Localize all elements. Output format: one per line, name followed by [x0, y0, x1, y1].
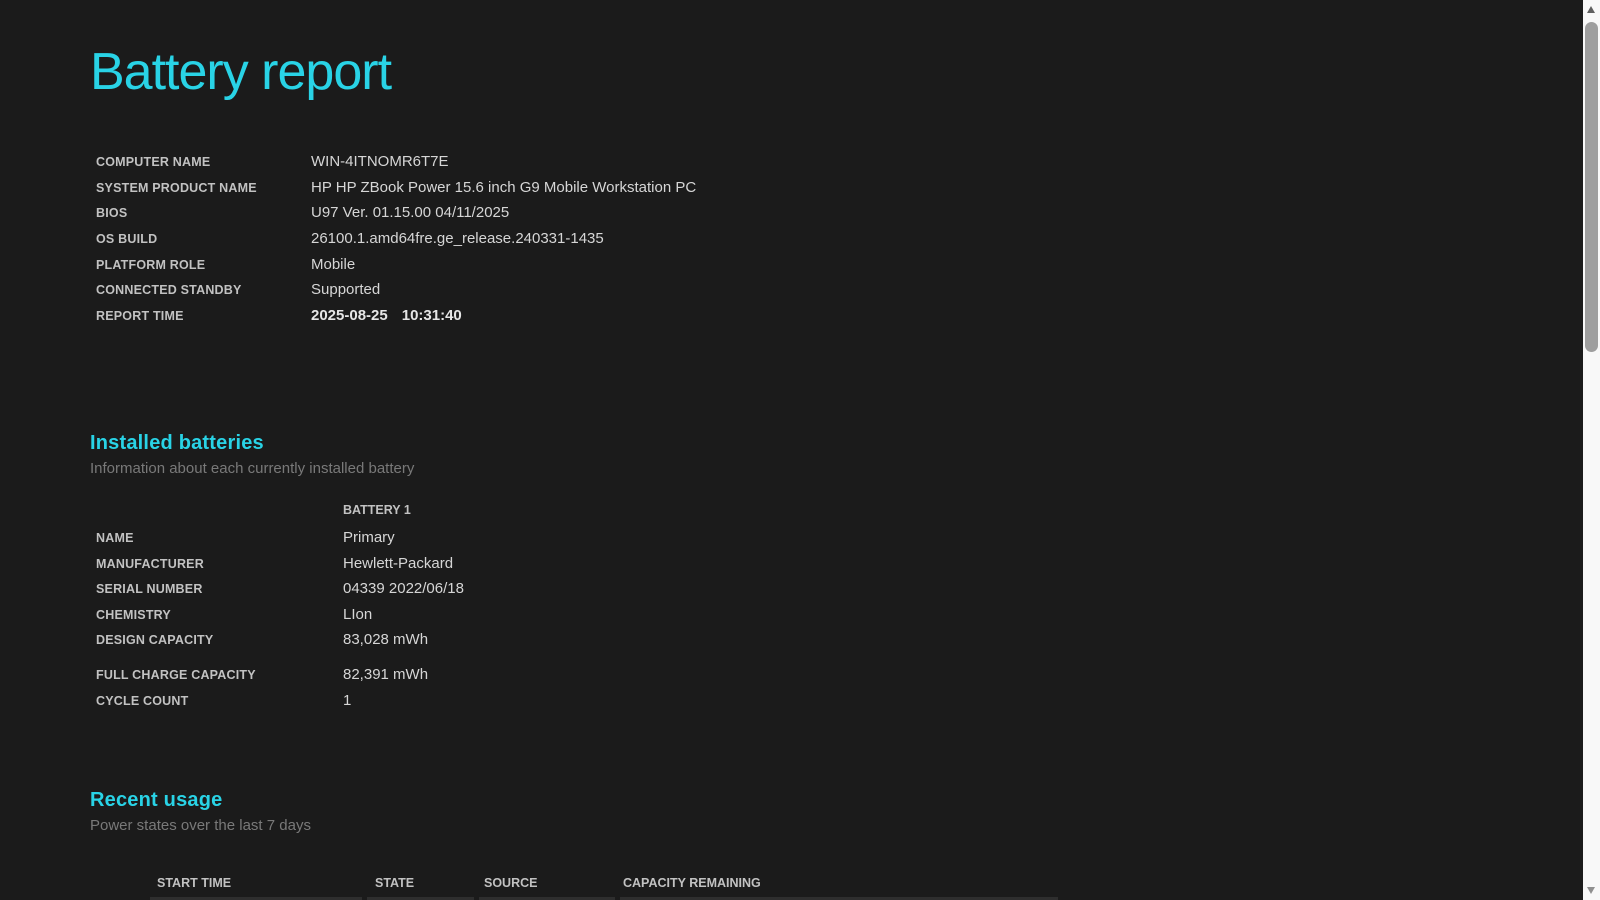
system-info-value: HP HP ZBook Power 15.6 inch G9 Mobile Wo… [311, 178, 697, 196]
system-info-value: Supported [311, 281, 381, 299]
column-header-capacity-remaining: CAPACITY REMAINING [623, 876, 761, 891]
system-info-table: COMPUTER NAME WIN-4ITNOMR6T7E SYSTEM PRO… [90, 153, 1560, 332]
battery-value: 82,391 mWh [343, 665, 429, 683]
recent-usage-section: Recent usage Power states over the last … [90, 789, 1560, 890]
system-info-label: COMPUTER NAME [96, 155, 211, 170]
system-info-value: 26100.1.amd64fre.ge_release.240331-1435 [311, 229, 604, 247]
report-date: 2025-08-25 [311, 306, 388, 324]
recent-usage-table-header: START TIME STATE SOURCE CAPACITY REMAINI… [157, 876, 1560, 890]
report-time: 10:31:40 [401, 306, 462, 324]
battery-row: MANUFACTURER Hewlett-Packard [90, 555, 1560, 581]
system-info-label: OS BUILD [96, 231, 158, 246]
battery-row: CYCLE COUNT 1 [90, 692, 1560, 718]
battery-row: NAME Primary [90, 529, 1560, 555]
system-info-row: BIOS U97 Ver. 01.15.00 04/11/2025 [90, 204, 1560, 230]
battery-value: LIon [343, 605, 373, 623]
system-info-label: PLATFORM ROLE [96, 257, 206, 272]
report-time-value: 2025-08-25 10:31:40 [311, 307, 462, 324]
battery-report-page: Battery report COMPUTER NAME WIN-4ITNOMR… [0, 43, 1600, 890]
system-info-value: WIN-4ITNOMR6T7E [311, 153, 449, 171]
battery-row: SERIAL NUMBER 04339 2022/06/18 [90, 580, 1560, 606]
page-title: Battery report [90, 43, 392, 101]
battery-row: DESIGN CAPACITY 83,028 mWh [90, 631, 1560, 657]
system-info-row: REPORT TIME 2025-08-25 10:31:40 [90, 307, 1560, 333]
battery-label: CYCLE COUNT [96, 693, 189, 708]
column-header-state: STATE [375, 876, 415, 891]
battery-value: Primary [343, 528, 395, 546]
recent-usage-heading: Recent usage [90, 789, 223, 812]
battery-row: CHEMISTRY LIon [90, 606, 1560, 632]
installed-batteries-heading: Installed batteries [90, 432, 264, 455]
vertical-scrollbar[interactable] [1583, 0, 1600, 900]
battery-label: MANUFACTURER [96, 556, 204, 571]
system-info-label: REPORT TIME [96, 308, 184, 323]
system-info-value: U97 Ver. 01.15.00 04/11/2025 [311, 204, 510, 222]
system-info-value: Mobile [311, 255, 356, 273]
system-info-row: SYSTEM PRODUCT NAME HP HP ZBook Power 15… [90, 179, 1560, 205]
installed-batteries-subtitle: Information about each currently install… [90, 460, 415, 478]
system-info-row: OS BUILD 26100.1.amd64fre.ge_release.240… [90, 230, 1560, 256]
battery-label: FULL CHARGE CAPACITY [96, 667, 256, 682]
battery-label: NAME [96, 530, 134, 545]
battery-label: DESIGN CAPACITY [96, 633, 214, 648]
battery-value: Hewlett-Packard [343, 554, 454, 572]
recent-usage-subtitle: Power states over the last 7 days [90, 817, 311, 835]
system-info-label: SYSTEM PRODUCT NAME [96, 180, 257, 195]
column-header-source: SOURCE [484, 876, 538, 891]
scroll-down-arrow-icon[interactable] [1587, 887, 1595, 894]
scrollbar-thumb[interactable] [1585, 22, 1598, 352]
column-header-start-time: START TIME [157, 876, 232, 891]
system-info-row: PLATFORM ROLE Mobile [90, 256, 1560, 282]
battery-table: BATTERY 1 NAME Primary MANUFACTURER Hewl… [90, 503, 1560, 717]
battery-value: 83,028 mWh [343, 631, 429, 649]
scroll-up-arrow-icon[interactable] [1587, 6, 1595, 13]
system-info-label: BIOS [96, 206, 128, 221]
battery-value: 04339 2022/06/18 [343, 580, 464, 598]
battery-row: FULL CHARGE CAPACITY 82,391 mWh [90, 666, 1560, 692]
system-info-label: CONNECTED STANDBY [96, 283, 242, 298]
battery-value: 1 [343, 691, 352, 709]
system-info-row: CONNECTED STANDBY Supported [90, 281, 1560, 307]
installed-batteries-section: Installed batteries Information about ea… [90, 432, 1560, 717]
battery-label: CHEMISTRY [96, 607, 171, 622]
system-info-row: COMPUTER NAME WIN-4ITNOMR6T7E [90, 153, 1560, 179]
battery-column-header: BATTERY 1 [343, 503, 411, 518]
battery-label: SERIAL NUMBER [96, 582, 203, 597]
